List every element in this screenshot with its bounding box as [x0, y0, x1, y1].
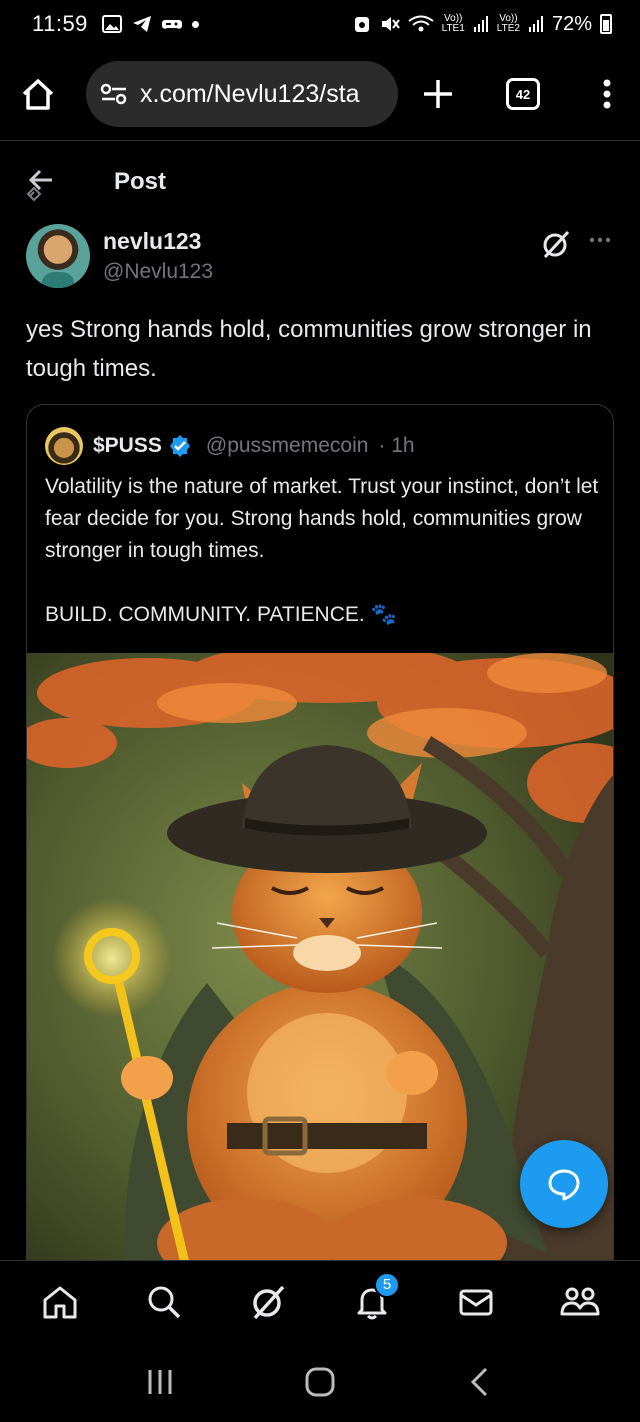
- home-tab-icon: [43, 1286, 77, 1318]
- notifications-badge: 5: [374, 1271, 400, 1298]
- notification-dot: [191, 20, 199, 28]
- grok-tab-icon: [253, 1285, 285, 1319]
- bottom-tab-bar: 5: [0, 1260, 640, 1342]
- back-button-icon[interactable]: [460, 1362, 500, 1402]
- system-nav-bar: [0, 1342, 640, 1422]
- status-bar: 11:59 Vo)) LTE1 Vo)) LTE2 72%: [0, 0, 640, 48]
- page-title: Post: [114, 168, 167, 195]
- tab-switcher-button[interactable]: 42: [506, 78, 540, 110]
- verified-badge-icon: [169, 435, 190, 457]
- post-author: nevlu123 @Nevlu123: [26, 222, 616, 290]
- quoted-post-header: $PUSS @pussmemecoin · 1h: [45, 427, 415, 465]
- back-arrow-icon[interactable]: [22, 166, 62, 206]
- home-button-icon[interactable]: [300, 1362, 340, 1402]
- site-settings-icon[interactable]: [100, 82, 128, 106]
- battery-percent: 72%: [551, 12, 592, 35]
- quoted-author-handle[interactable]: @pussmemecoin: [206, 434, 369, 458]
- quoted-timestamp: · 1h: [378, 434, 415, 457]
- tab-grok[interactable]: [238, 1272, 298, 1332]
- url-bar[interactable]: x.com/Nevlu123/sta: [86, 61, 398, 127]
- toolbar-divider: [0, 140, 640, 141]
- recent-apps-icon[interactable]: [140, 1362, 180, 1402]
- grok-icon[interactable]: [540, 228, 572, 260]
- battery-icon: [600, 14, 612, 34]
- author-handle[interactable]: @Nevlu123: [103, 260, 213, 284]
- post-text: yes Strong hands hold, communities grow …: [26, 316, 592, 382]
- avatar[interactable]: [26, 224, 90, 288]
- quoted-avatar[interactable]: [45, 427, 83, 465]
- signal-1-icon: [473, 16, 488, 32]
- compose-button[interactable]: [520, 1140, 608, 1228]
- post-header: Post: [0, 152, 640, 212]
- network-1-label: Vo)) LTE1: [441, 13, 465, 34]
- browser-menu-icon[interactable]: [592, 74, 622, 114]
- tab-count: 42: [515, 86, 531, 102]
- tab-search[interactable]: [134, 1272, 194, 1332]
- tab-communities[interactable]: [550, 1272, 610, 1332]
- status-time: 11:59: [32, 11, 88, 36]
- chat-bubble-icon: [548, 1169, 580, 1201]
- url-text: x.com/Nevlu123/sta: [140, 79, 360, 108]
- tab-messages[interactable]: [446, 1272, 506, 1332]
- alarm-icon: [354, 17, 369, 32]
- communities-icon: [560, 1287, 600, 1315]
- tab-home[interactable]: [30, 1272, 90, 1332]
- search-icon: [148, 1286, 181, 1318]
- wifi-icon: [408, 15, 434, 32]
- quoted-post[interactable]: $PUSS @pussmemecoin · 1h Volatility is t…: [26, 404, 614, 1284]
- signal-2-icon: [528, 16, 543, 32]
- more-options-icon[interactable]: [588, 228, 612, 252]
- network-2-label: Vo)) LTE2: [496, 13, 520, 34]
- home-icon[interactable]: [18, 74, 58, 114]
- mute-icon: [381, 17, 400, 31]
- author-name[interactable]: nevlu123: [103, 228, 201, 255]
- tab-notifications[interactable]: 5: [342, 1271, 402, 1332]
- quoted-text: Volatility is the nature of market. Trus…: [45, 475, 599, 626]
- game-icon: [161, 20, 182, 29]
- telegram-icon: [132, 16, 151, 32]
- browser-toolbar: x.com/Nevlu123/sta 42: [0, 52, 640, 136]
- gallery-icon: [101, 15, 122, 33]
- quoted-author-name[interactable]: $PUSS: [93, 434, 162, 458]
- system-indicators: Vo)) LTE1 Vo)) LTE2 72%: [352, 13, 612, 36]
- notification-icons: [101, 15, 199, 33]
- new-tab-icon[interactable]: [418, 74, 458, 114]
- mail-icon: [459, 1289, 493, 1315]
